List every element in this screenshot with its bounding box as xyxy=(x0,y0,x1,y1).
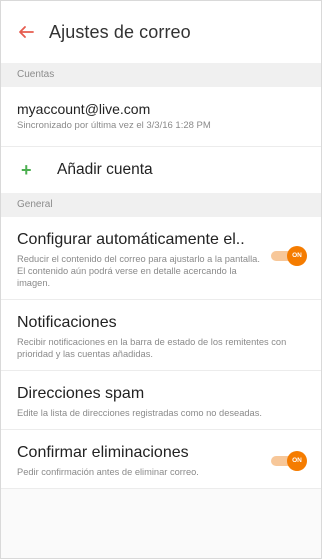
setting-title: Direcciones spam xyxy=(17,385,145,402)
section-header-general: General xyxy=(1,193,321,217)
toggle-knob: ON xyxy=(287,246,307,266)
page-title: Ajustes de correo xyxy=(49,21,191,42)
arrow-left-icon[interactable] xyxy=(17,23,35,41)
settings-screen: Ajustes de correo Cuentas myaccount@live… xyxy=(0,0,322,559)
plus-icon: + xyxy=(21,160,32,180)
setting-spam-addresses[interactable]: Direcciones spam Edite la lista de direc… xyxy=(1,371,321,430)
add-account-label: Añadir cuenta xyxy=(57,161,153,178)
account-item[interactable]: myaccount@live.com Sincronizado por últi… xyxy=(1,87,321,147)
account-sync-status: Sincronizado por última vez el 3/3/16 1:… xyxy=(17,120,211,131)
section-header-accounts: Cuentas xyxy=(1,63,321,87)
setting-description: Pedir confirmación antes de eliminar cor… xyxy=(17,467,199,477)
setting-auto-fit[interactable]: Configurar automáticamente el.. Reducir … xyxy=(1,217,321,300)
setting-description: Edite la lista de direcciones registrada… xyxy=(17,408,262,418)
account-email: myaccount@live.com xyxy=(17,101,151,117)
setting-confirm-deletions[interactable]: Confirmar eliminaciones Pedir confirmaci… xyxy=(1,430,321,489)
app-bar: Ajustes de correo xyxy=(1,1,321,63)
add-account-button[interactable]: + Añadir cuenta xyxy=(1,147,321,193)
setting-title: Notificaciones xyxy=(17,314,117,331)
setting-description: Recibir notificaciones en la barra de es… xyxy=(17,337,287,359)
toggle-knob: ON xyxy=(287,451,307,471)
setting-title: Confirmar eliminaciones xyxy=(17,444,189,461)
confirm-deletions-toggle[interactable]: ON xyxy=(271,451,307,471)
setting-description: Reducir el contenido del correo para aju… xyxy=(17,254,260,288)
setting-title: Configurar automáticamente el.. xyxy=(17,231,245,248)
setting-notifications[interactable]: Notificaciones Recibir notificaciones en… xyxy=(1,300,321,371)
auto-fit-toggle[interactable]: ON xyxy=(271,246,307,266)
